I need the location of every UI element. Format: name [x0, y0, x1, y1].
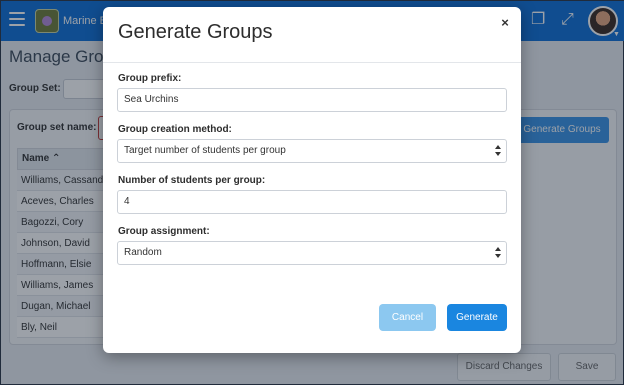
group-assignment-select[interactable]: Random: [117, 241, 507, 265]
students-per-group-label: Number of students per group:: [118, 175, 266, 186]
select-arrows-icon: [495, 145, 501, 157]
group-prefix-input[interactable]: Sea Urchins: [117, 88, 507, 112]
creation-method-label: Group creation method:: [118, 124, 232, 135]
group-prefix-label: Group prefix:: [118, 73, 182, 84]
dialog-title: Generate Groups: [118, 21, 273, 43]
creation-method-value: Target number of students per group: [124, 145, 286, 156]
cancel-button[interactable]: Cancel: [379, 304, 436, 331]
generate-button[interactable]: Generate: [447, 304, 507, 331]
divider: [103, 62, 521, 63]
group-assignment-label: Group assignment:: [118, 226, 210, 237]
group-assignment-value: Random: [124, 247, 162, 258]
select-arrows-icon: [495, 247, 501, 259]
generate-groups-dialog: Generate Groups × Group prefix: Sea Urch…: [103, 7, 521, 353]
close-icon[interactable]: ×: [496, 14, 514, 32]
students-per-group-input[interactable]: 4: [117, 190, 507, 214]
creation-method-select[interactable]: Target number of students per group: [117, 139, 507, 163]
